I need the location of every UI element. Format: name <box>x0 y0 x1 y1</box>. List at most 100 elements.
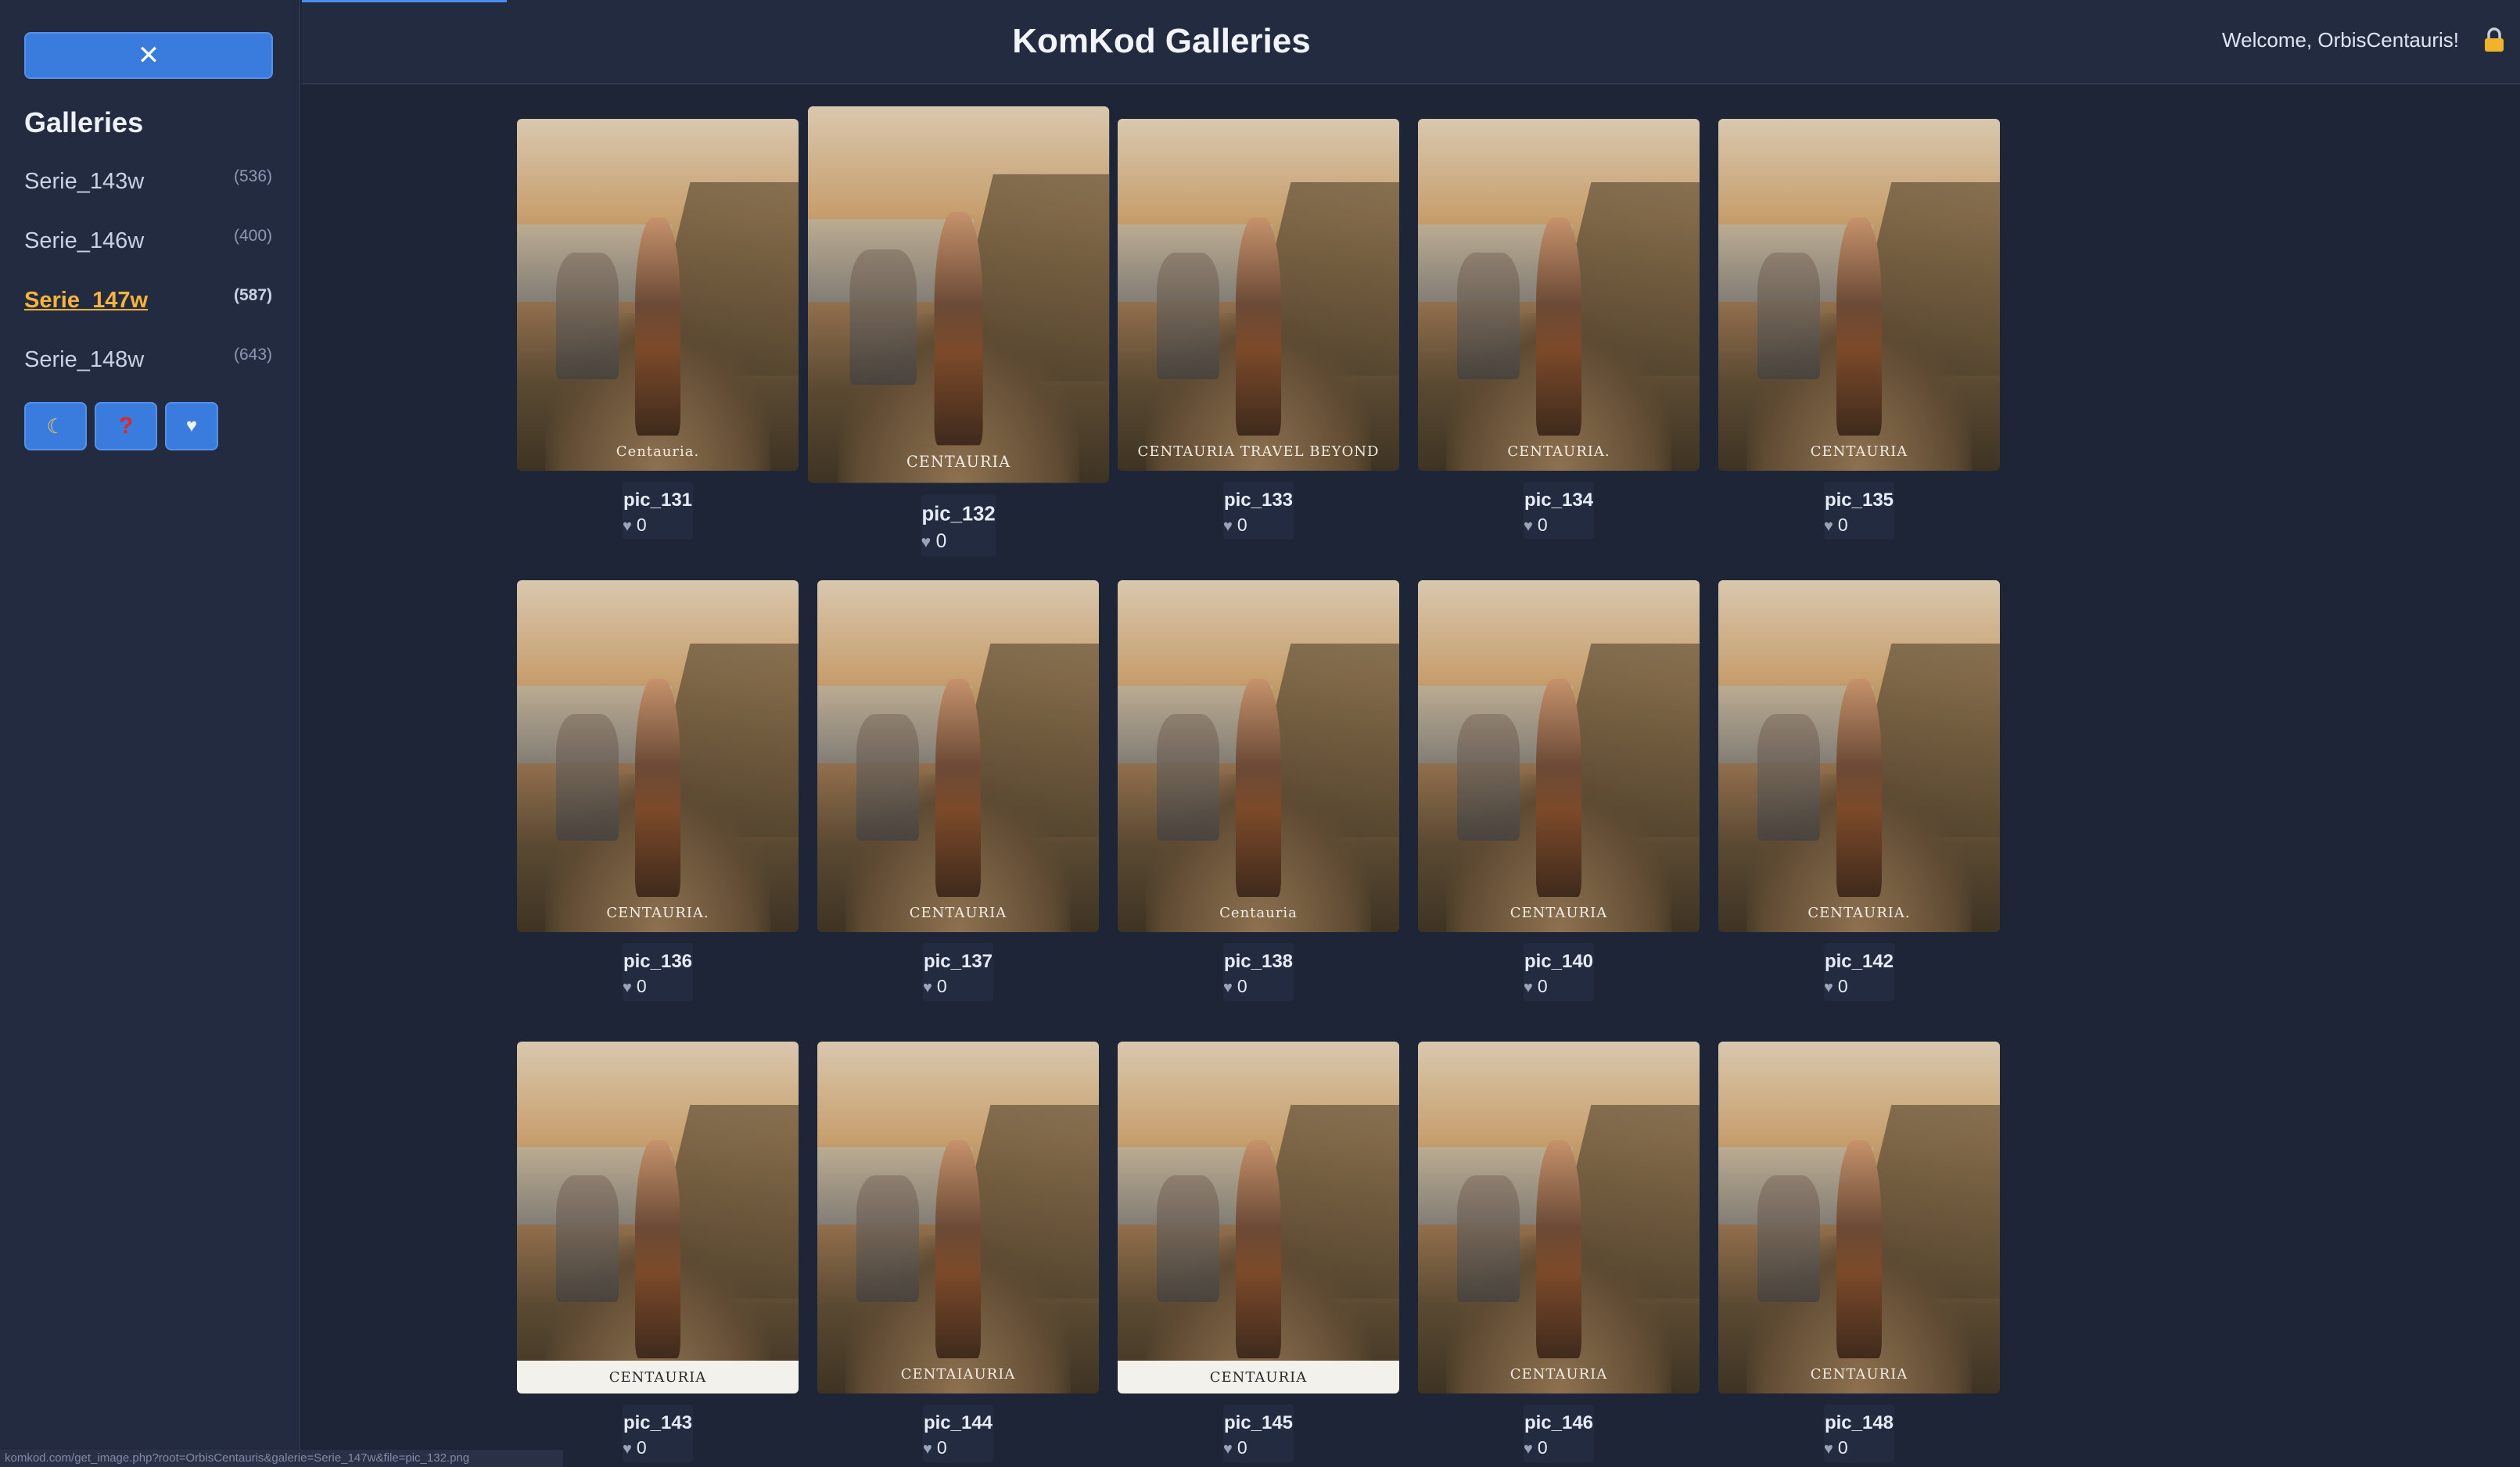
heart-icon: ♥ <box>185 415 198 436</box>
watermark-logo: CENTAURIA <box>608 1369 707 1386</box>
like-counter[interactable]: ♥ 0 <box>1524 976 1548 997</box>
sidebar-item-label[interactable]: Serie_147w <box>24 288 148 314</box>
heart-icon[interactable]: ♥ <box>923 1440 932 1458</box>
like-counter[interactable]: ♥ 0 <box>1824 1437 1848 1458</box>
sidebar-item-serie-146w[interactable]: Serie_146w (400) <box>0 216 300 275</box>
image-name: pic_137 <box>923 951 993 972</box>
close-sidebar-button[interactable]: ✕ <box>24 32 273 79</box>
like-count: 0 <box>1237 976 1247 996</box>
sidebar-item-serie-143w[interactable]: Serie_143w (536) <box>0 156 300 216</box>
gallery-thumbnail[interactable]: CENTAURIA. <box>517 580 799 932</box>
gallery-thumbnail[interactable]: CENTAURIA <box>1418 1042 1700 1393</box>
gallery-thumbnail[interactable]: CENTAURIA <box>1418 580 1700 932</box>
image-caption: pic_143 ♥ 0 <box>623 1404 693 1462</box>
image-name: pic_140 <box>1524 951 1594 972</box>
image-name: pic_133 <box>1223 490 1294 511</box>
heart-icon[interactable]: ♥ <box>1824 979 1833 996</box>
theme-toggle-button[interactable]: ☾ <box>24 402 87 450</box>
sidebar-item-label[interactable]: Serie_143w <box>24 169 144 195</box>
like-count: 0 <box>1237 515 1247 535</box>
watermark-logo: CENTAURIA. <box>1507 443 1610 460</box>
help-button[interactable]: ? <box>95 402 157 450</box>
like-count: 0 <box>636 976 647 996</box>
like-counter[interactable]: ♥ 0 <box>623 1437 647 1458</box>
gallery-list: Serie_143w (536) Serie_146w (400) Serie_… <box>0 156 300 394</box>
sidebar-item-label[interactable]: Serie_148w <box>24 347 144 373</box>
gallery-thumbnail[interactable]: CENTAURIA <box>817 580 1099 932</box>
heart-icon[interactable]: ♥ <box>1824 518 1833 535</box>
sidebar-item-count: (400) <box>233 227 272 245</box>
heart-icon[interactable]: ♥ <box>623 1440 632 1458</box>
gallery-thumbnail[interactable]: CENTAURIA <box>1718 119 2000 471</box>
sidebar-item-count: (536) <box>233 167 272 185</box>
image-caption: pic_148 ♥ 0 <box>1824 1404 1894 1462</box>
like-count: 0 <box>1537 515 1548 535</box>
gallery-thumbnail[interactable]: CENTAURIA. <box>1418 119 1700 471</box>
like-count: 0 <box>1537 1437 1548 1458</box>
heart-icon[interactable]: ♥ <box>1223 979 1233 996</box>
gallery-thumbnail[interactable]: CENTAURIA <box>1118 1042 1399 1393</box>
like-counter[interactable]: ♥ 0 <box>1223 1437 1247 1458</box>
heart-icon[interactable]: ♥ <box>1524 979 1533 996</box>
like-counter[interactable]: ♥ 0 <box>1524 1437 1548 1458</box>
favorites-button[interactable]: ♥ <box>165 402 218 450</box>
sidebar-item-count: (587) <box>233 286 272 304</box>
heart-icon[interactable]: ♥ <box>623 518 632 535</box>
gallery-thumbnail[interactable]: CENTAURIA. <box>1718 580 2000 932</box>
status-bar-url: komkod.com/get_image.php?root=OrbisCenta… <box>0 1450 563 1467</box>
like-counter[interactable]: ♥ 0 <box>923 1437 947 1458</box>
image-caption: pic_137 ♥ 0 <box>923 943 993 1001</box>
image-caption: pic_140 ♥ 0 <box>1524 943 1594 1001</box>
gallery-thumbnail[interactable]: CENTAIAURIA <box>817 1042 1099 1393</box>
gallery-thumbnail[interactable]: CENTAURIA <box>1718 1042 2000 1393</box>
watermark-logo: CENTAURIA <box>1810 1366 1908 1383</box>
gallery-thumbnail[interactable]: CENTAURIA TRAVEL BEYOND <box>1118 119 1399 471</box>
sidebar-item-label[interactable]: Serie_146w <box>24 228 144 254</box>
watermark-logo: CENTAURIA <box>1209 1369 1308 1386</box>
like-counter[interactable]: ♥ 0 <box>1824 976 1848 997</box>
image-name: pic_143 <box>623 1412 693 1433</box>
like-counter[interactable]: ♥ 0 <box>1524 515 1548 536</box>
like-counter[interactable]: ♥ 0 <box>1223 515 1247 536</box>
heart-icon[interactable]: ♥ <box>1223 518 1233 535</box>
image-name: pic_135 <box>1824 490 1894 511</box>
image-caption: pic_145 ♥ 0 <box>1223 1404 1294 1462</box>
sidebar: ✕ Galleries Serie_143w (536) Serie_146w … <box>0 0 300 1467</box>
gallery-thumbnail[interactable]: CENTAURIA <box>808 106 1110 483</box>
heart-icon[interactable]: ♥ <box>1824 1440 1833 1458</box>
lock-icon[interactable] <box>2482 27 2506 53</box>
like-counter[interactable]: ♥ 0 <box>1824 515 1848 536</box>
image-caption: pic_144 ♥ 0 <box>923 1404 993 1462</box>
image-caption: pic_131 ♥ 0 <box>623 482 693 540</box>
watermark-logo: CENTAURIA <box>1509 1366 1608 1383</box>
like-counter[interactable]: ♥ 0 <box>1223 976 1247 997</box>
like-counter[interactable]: ♥ 0 <box>921 529 946 552</box>
like-count: 0 <box>1537 976 1548 996</box>
like-count: 0 <box>1837 1437 1848 1458</box>
heart-icon[interactable]: ♥ <box>623 979 632 996</box>
like-counter[interactable]: ♥ 0 <box>623 976 647 997</box>
image-caption: pic_142 ♥ 0 <box>1824 943 1894 1001</box>
sidebar-item-serie-148w[interactable]: Serie_148w (643) <box>0 335 300 394</box>
image-name: pic_144 <box>923 1412 993 1433</box>
heart-icon[interactable]: ♥ <box>1223 1440 1233 1458</box>
like-counter[interactable]: ♥ 0 <box>623 515 647 536</box>
image-caption: pic_138 ♥ 0 <box>1223 943 1294 1001</box>
heart-icon[interactable]: ♥ <box>1524 518 1533 535</box>
question-icon: ? <box>118 413 134 439</box>
sidebar-item-serie-147w[interactable]: Serie_147w (587) <box>0 275 300 335</box>
image-caption: pic_146 ♥ 0 <box>1524 1404 1594 1462</box>
heart-icon[interactable]: ♥ <box>923 979 932 996</box>
sidebar-item-count: (643) <box>233 346 272 364</box>
gallery-thumbnail[interactable]: Centauria <box>1118 580 1399 932</box>
watermark-logo: CENTAIAURIA <box>900 1366 1016 1383</box>
gallery-thumbnail[interactable]: CENTAURIA <box>517 1042 799 1393</box>
like-count: 0 <box>1837 976 1848 996</box>
like-count: 0 <box>636 1437 647 1458</box>
gallery-thumbnail[interactable]: Centauria. <box>517 119 799 471</box>
heart-icon[interactable]: ♥ <box>921 533 931 552</box>
heart-icon[interactable]: ♥ <box>1524 1440 1533 1458</box>
image-name: pic_132 <box>921 503 996 526</box>
like-count: 0 <box>636 515 647 535</box>
like-counter[interactable]: ♥ 0 <box>923 976 947 997</box>
